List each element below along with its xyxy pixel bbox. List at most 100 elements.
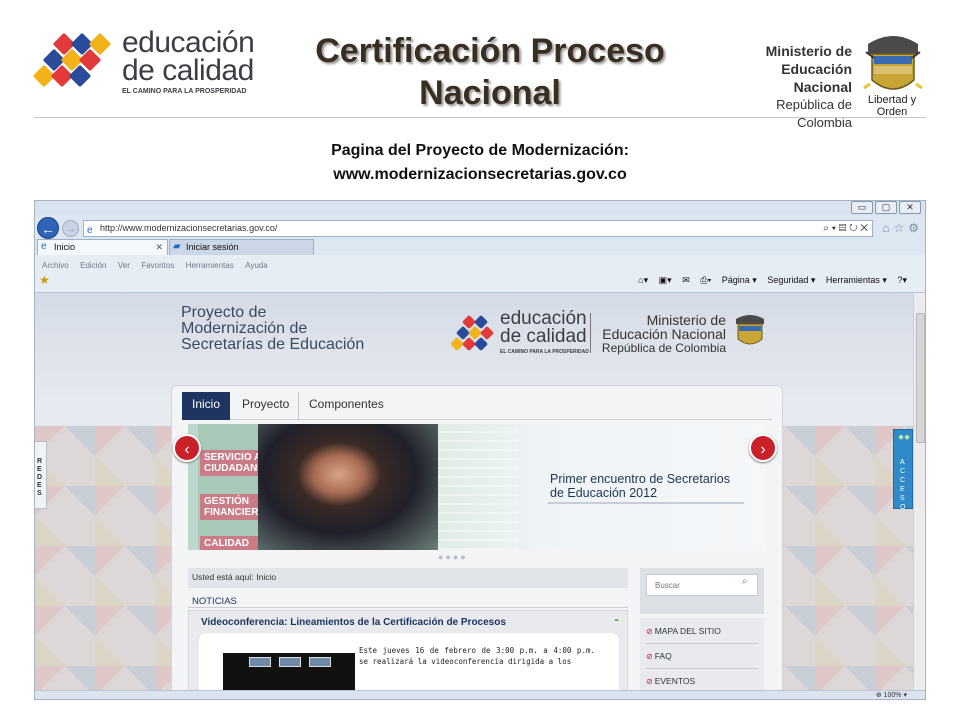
tab-close-icon[interactable]: ✕	[155, 240, 163, 254]
command-bar: ★ ⌂▾ ▣▾ ✉ ⎙▾ Página ▾ Seguridad ▾ Herram…	[35, 271, 925, 293]
site-header-logos: educación de calidad EL CAMINO PARA LA P…	[449, 309, 770, 355]
inner-logo-line2: de calidad	[500, 326, 587, 347]
carousel-next-button[interactable]: ›	[749, 434, 777, 462]
ministry-line1: Ministerio de	[765, 43, 852, 59]
url-tools[interactable]: ⌕ ▾ ▤ ↻ ✕	[823, 221, 868, 236]
home-icon[interactable]: ⌂▾	[638, 275, 648, 285]
zoom-level[interactable]: ⊕ 100% ▾	[876, 691, 907, 699]
address-bar: ← → e http://www.modernizacionsecretaria…	[35, 215, 925, 239]
carousel-caption-line1: Primer encuentro de Secretarios	[550, 472, 730, 486]
nav-tab-inicio[interactable]: Inicio	[182, 392, 231, 420]
project-title-line2: Modernización de	[181, 320, 308, 337]
side-link-eventos[interactable]: ⊘ EVENTOS	[646, 676, 695, 686]
browser-screenshot: ▭ ▢ ✕ ← → e http://www.modernizacionsecr…	[34, 200, 926, 700]
cmd-seguridad[interactable]: Seguridad ▾	[767, 275, 815, 285]
subtitle-url: www.modernizacionsecretarias.gov.co	[333, 166, 627, 183]
side-link-faq[interactable]: ⊘ FAQ	[646, 651, 672, 661]
slide-text-background	[438, 424, 518, 550]
carousel-dots[interactable]: ●●●●	[438, 552, 468, 562]
redes-label: REDES	[37, 458, 43, 497]
collapse-button[interactable]: -	[614, 611, 619, 627]
web-page: Proyecto de Modernización de Secretarías…	[35, 293, 913, 690]
inner-logo-divider	[590, 313, 591, 353]
side-link-mapa[interactable]: ⊘ MAPA DEL SITIO	[646, 626, 721, 636]
cmd-herramientas[interactable]: Herramientas ▾	[826, 275, 887, 285]
subtitle-line1: Pagina del Proyecto de Modernización:	[331, 142, 629, 159]
project-title-line3: Secretarías de Educación	[181, 336, 365, 353]
ministry-line2: Educación Nacional	[781, 61, 852, 95]
breadcrumb: Usted está aquí: Inicio	[188, 568, 628, 588]
vertical-scrollbar[interactable]	[913, 293, 925, 690]
window-controls: ▭ ▢ ✕	[849, 201, 921, 214]
tab-inicio[interactable]: e Inicio ✕	[37, 239, 168, 255]
arrow-icon: ⊘	[646, 652, 653, 661]
close-window-button[interactable]: ✕	[899, 201, 921, 214]
command-bar-buttons: ⌂▾ ▣▾ ✉ ⎙▾ Página ▾ Seguridad ▾ Herramie…	[630, 275, 907, 286]
favorites-star-icon[interactable]: ★	[39, 273, 50, 287]
carousel-prev-button[interactable]: ‹	[173, 434, 201, 462]
speaker-photo	[258, 424, 438, 550]
inner-ministry-line3: República de Colombia	[601, 341, 726, 355]
main-content-panel: Inicio Proyecto Componentes SERVICIO AL …	[171, 385, 783, 690]
forward-button[interactable]: →	[62, 220, 79, 237]
zoom-value: 100%	[883, 692, 902, 699]
cmd-pagina[interactable]: Página ▾	[722, 275, 757, 285]
side-divider	[646, 668, 758, 669]
site-nav: Inicio Proyecto Componentes	[182, 392, 772, 420]
video-frame-1	[249, 657, 271, 667]
window-titlebar: ▭ ▢ ✕	[35, 201, 925, 215]
coat-of-arms-icon	[736, 315, 764, 345]
side-link-mapa-label: MAPA DEL SITIO	[654, 626, 721, 636]
home-favorites-tools-icon[interactable]: ⌂☆⚙	[882, 221, 923, 235]
news-body: Este jueves 16 de febrero de 3:00 p.m. a…	[199, 633, 619, 690]
minimize-button[interactable]: ▭	[851, 201, 873, 214]
maximize-button[interactable]: ▢	[875, 201, 897, 214]
menu-bar: Archivo Edición Ver Favoritos Herramient…	[35, 255, 925, 271]
users-icon: ●●	[898, 432, 911, 443]
feeds-icon[interactable]: ▣▾	[659, 275, 672, 285]
motto-text: Libertad y Orden	[867, 94, 917, 118]
inner-logo-tagline: EL CAMINO PARA LA PROSPERIDAD	[500, 349, 589, 355]
carousel-caption-line2: de Educación 2012	[550, 486, 658, 500]
url-input[interactable]: e http://www.modernizacionsecretarias.go…	[83, 220, 873, 237]
section-heading-noticias: NOTICIAS	[192, 596, 237, 607]
side-link-faq-label: FAQ	[654, 651, 672, 661]
url-text: http://www.modernizacionsecretarias.gov.…	[100, 223, 278, 233]
search-box: ⌕	[640, 568, 764, 614]
carousel-caption: Primer encuentro de Secretarios de Educa…	[550, 472, 730, 500]
video-frame-3	[309, 657, 331, 667]
inner-ministry-line2: Educación Nacional	[602, 326, 726, 342]
help-icon[interactable]: ?▾	[897, 275, 907, 285]
browser-tabs: e Inicio ✕ ▰ Iniciar sesión	[35, 239, 925, 255]
redes-social-tab[interactable]: REDES	[35, 441, 47, 509]
tab-iniciar-sesion[interactable]: ▰ Iniciar sesión	[169, 239, 314, 255]
project-title: Proyecto de Modernización de Secretarías…	[181, 305, 364, 353]
video-frame-2	[279, 657, 301, 667]
nav-tab-componentes[interactable]: Componentes	[298, 392, 394, 420]
arrow-icon: ⊘	[646, 677, 653, 686]
inner-ministry: Ministerio de Educación Nacional Repúbli…	[594, 313, 726, 355]
news-carousel[interactable]: SERVICIO AL CIUDADANO GESTIÓN FINANCIERA…	[188, 424, 766, 550]
news-item: Videoconferencia: Lineamientos de la Cer…	[188, 610, 628, 690]
mail-icon[interactable]: ✉	[682, 275, 690, 285]
cubes-logo-icon	[449, 314, 496, 353]
search-icon[interactable]: ⌕	[742, 576, 748, 587]
ie-page-icon: e	[87, 225, 93, 236]
tab-inicio-label: Inicio	[54, 242, 76, 252]
print-icon[interactable]: ⎙▾	[700, 275, 711, 285]
project-title-line1: Proyecto de	[181, 304, 267, 321]
slide-subtitle: Pagina del Proyecto de Modernización: ww…	[0, 139, 960, 187]
back-button[interactable]: ←	[37, 217, 59, 239]
news-text: Este jueves 16 de febrero de 3:00 p.m. a…	[359, 646, 595, 666]
acceso-tab[interactable]: ●● ACCESO	[893, 429, 913, 511]
side-link-eventos-label: EVENTOS	[654, 676, 696, 686]
flag-tab-icon: ▰	[173, 241, 181, 252]
nav-tab-proyecto[interactable]: Proyecto	[232, 392, 299, 420]
acceso-label: ACCESO	[900, 459, 906, 511]
logo-text-line2: de calidad	[122, 54, 254, 87]
status-bar: ⊕ 100% ▾	[35, 690, 925, 699]
video-thumbnail[interactable]	[223, 653, 355, 690]
news-title[interactable]: Videoconferencia: Lineamientos de la Cer…	[201, 617, 506, 628]
side-menu: ⊘ MAPA DEL SITIO ⊘ FAQ ⊘ EVENTOS	[640, 618, 764, 690]
scrollbar-thumb[interactable]	[916, 313, 925, 443]
